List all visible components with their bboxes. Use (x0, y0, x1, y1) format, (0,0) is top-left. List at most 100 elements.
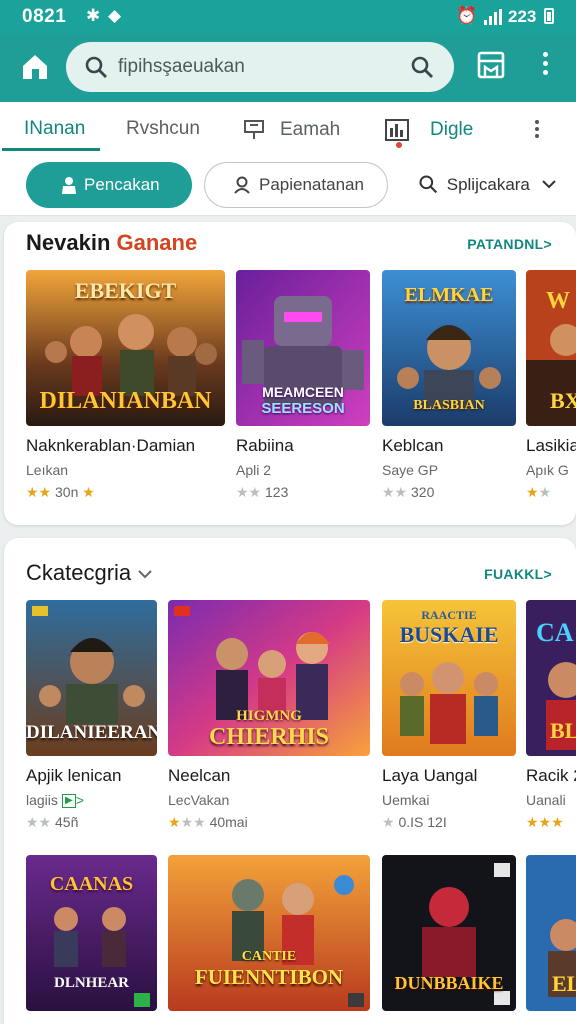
chevron-down-icon (541, 180, 556, 189)
game-tile[interactable]: W BX Lasikia Apık G ★★ (526, 270, 576, 501)
game-thumbnail: RAACTIE BUSKAIE (382, 600, 516, 756)
tab-label: Eamah (280, 119, 341, 140)
chart-icon (385, 119, 409, 141)
game-tile[interactable]: DUNBBAIKE (382, 855, 516, 1011)
game-subtitle: LecVakan (168, 792, 230, 808)
active-tab-indicator (2, 148, 100, 151)
game-thumbnail: ELMKAE BLASBIAN (382, 270, 516, 426)
section-title[interactable]: Ckatecgria (26, 560, 153, 586)
chip-label: Papienatanan (259, 175, 364, 194)
dropdown-label: Splijcakara (446, 175, 530, 194)
game-art-title: DUNBBAIKE (394, 973, 504, 993)
section-title: Nevakin Ganane (26, 230, 198, 255)
game-thumbnail: DILANIEERAN (26, 600, 157, 756)
game-art-title: RAACTIE (421, 608, 477, 622)
game-art-title: BLASBIAN (413, 398, 485, 413)
sort-dropdown[interactable]: Splijcakara (418, 174, 557, 195)
section-new-games: Nevakin Ganane PATANDNL> EBEKIGT DILANIA… (4, 222, 576, 525)
game-art-title: ELMKAE (404, 284, 494, 306)
tab-label: Digle (430, 119, 474, 140)
home-button[interactable] (18, 50, 52, 84)
game-subtitle: Uanali (526, 792, 566, 808)
game-art-title: CA (536, 618, 574, 647)
game-rating: ★★ 123 (236, 484, 289, 500)
person-icon (62, 177, 76, 194)
battery-text: 223 (508, 7, 537, 26)
filter-chip-primary[interactable]: Pencakan (26, 162, 192, 208)
game-subtitle: Apık G (526, 462, 569, 478)
editor-choice-icon: ▶ (61, 794, 76, 809)
game-tile[interactable]: ELMKAE BLASBIAN Keblcan Saye GP ★★ 320 (382, 270, 516, 501)
app-bar: fipihsşaeuakan (0, 34, 576, 102)
signal-icon (484, 9, 504, 25)
store-button[interactable] (476, 50, 506, 80)
game-name: Naknkerablan·Damian (26, 436, 196, 455)
game-art-title: W (546, 288, 570, 314)
game-tile[interactable]: RAACTIE BUSKAIE Laya Uangal Uemkai ★ 0.I… (382, 600, 516, 831)
grid-icon (244, 120, 264, 139)
overflow-menu-button[interactable] (536, 52, 554, 80)
game-thumbnail: CA BL (526, 600, 576, 756)
notification-dot (396, 142, 402, 148)
search-bar[interactable]: fipihsşaeuakan (66, 42, 454, 92)
section-categories: Ckatecgria FUAKKL> DILANIEERAN Apjik len… (4, 538, 576, 1024)
search-icon (419, 175, 438, 194)
game-name: Apjik lenican (26, 766, 122, 785)
game-tile[interactable]: CANTIE FUIENNTIBON (168, 855, 370, 1011)
tab-more-button[interactable] (532, 120, 542, 141)
game-art-title: BX (550, 388, 576, 413)
search-input[interactable]: fipihsşaeuakan (118, 56, 245, 78)
game-art-title: BL (550, 718, 576, 743)
tab-digle[interactable]: Digle (384, 118, 473, 142)
game-tile[interactable]: CA BL Racik 2 Uanali ★★★ (526, 600, 576, 831)
game-subtitle: Apli 2 (236, 462, 272, 478)
game-thumbnail: HIGMNG CHIERHIS (168, 600, 370, 756)
chevron-down-icon (138, 570, 152, 579)
section-see-all-link[interactable]: PATANDNL> (467, 236, 552, 252)
game-tile[interactable]: EL (526, 855, 576, 1011)
game-subtitle: lagiis ▶ > (26, 792, 84, 809)
game-name: Keblcan (382, 436, 444, 455)
game-tile[interactable]: EBEKIGT DILANIANBAN Naknkerablan·Damian … (26, 270, 225, 501)
game-name: Racik 2 (526, 766, 576, 785)
game-thumbnail: CANTIE FUIENNTIBON (168, 855, 370, 1011)
game-art-title: FUIENNTIBON (194, 965, 344, 989)
alarm-icon: ⏰ (456, 6, 478, 25)
game-thumbnail: MEAMCEEN SEERESON (236, 270, 370, 426)
game-tile[interactable]: MEAMCEEN SEERESON Rabiina Apli 2 ★★ 123 (236, 270, 370, 501)
chip-label: Pencakan (84, 175, 160, 194)
game-rating: ★ 0.IS 12I (382, 814, 447, 830)
game-art-title: EL (552, 971, 576, 996)
game-tile[interactable]: CAANAS DLNHEAR (26, 855, 157, 1011)
game-rating: ★★ 45ñ (26, 814, 79, 831)
game-tile[interactable]: DILANIEERAN Apjik lenican lagiis ▶ > ★★ 4… (26, 600, 157, 831)
user-icon (234, 176, 250, 194)
location-icon: ◆ (108, 6, 122, 25)
game-art-title: DILANIANBAN (39, 388, 212, 414)
tab-bar: INanan Rvshcun Eamah Digle (0, 102, 576, 152)
game-art-title: DILANIEERAN (26, 722, 157, 743)
status-bar: 0821 ✱ ◆ ⏰ 223 (0, 0, 576, 34)
game-name: Rabiina (236, 436, 294, 455)
game-art-title: DLNHEAR (53, 975, 129, 991)
game-thumbnail: EBEKIGT DILANIANBAN (26, 270, 225, 426)
game-art-title: HIGMNG (236, 708, 302, 724)
home-icon (23, 55, 47, 79)
game-tile[interactable]: HIGMNG CHIERHIS Neelcan LecVakan ★★★ 40m… (168, 600, 370, 831)
game-art-title: CAANAS (49, 873, 134, 895)
game-subtitle: Leıkan (26, 462, 69, 478)
section-see-all-link[interactable]: FUAKKL> (484, 566, 552, 582)
tab-rvshcun[interactable]: Rvshcun (126, 118, 200, 140)
game-art-title: SEERESON (261, 400, 345, 417)
filter-chips: Pencakan Papienatanan Splijcakara (0, 152, 576, 216)
tab-home[interactable]: INanan (24, 118, 85, 140)
game-name: Lasikia (526, 436, 576, 455)
search-icon (85, 56, 107, 78)
filter-chip-secondary[interactable]: Papienatanan (204, 162, 388, 208)
game-rating: ★★ 30n ★ (26, 484, 95, 500)
game-name: Laya Uangal (382, 766, 478, 785)
game-thumbnail: W BX (526, 270, 576, 426)
tab-eamah[interactable]: Eamah (242, 118, 340, 142)
game-rating: ★★★ (526, 814, 564, 830)
game-thumbnail: EL (526, 855, 576, 1011)
